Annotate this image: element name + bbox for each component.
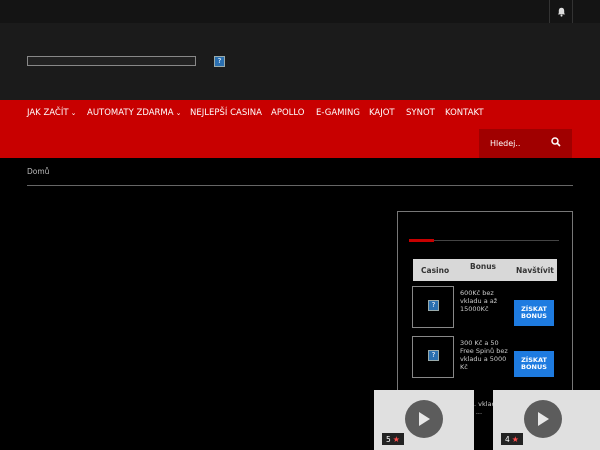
play-icon	[419, 412, 430, 426]
rating-value: 4	[505, 434, 510, 444]
nav-item-label: NEJLEPŠÍ CASINA	[190, 108, 262, 118]
nav-item-synot[interactable]: SYNOT	[406, 108, 435, 118]
star-icon: ★	[392, 434, 400, 444]
bonus-table-header: Casino Bonus Navštívit	[413, 259, 557, 281]
rating-badge: 4 ★	[501, 433, 523, 445]
nav-item-automaty-zdarma[interactable]: AUTOMATY ZDARMA ⌄	[87, 108, 181, 118]
video-card[interactable]: 5 ★	[374, 390, 474, 450]
breadcrumb-home-link[interactable]: Domů	[27, 167, 49, 176]
column-header-casino: Casino	[421, 266, 450, 275]
bonus-text: 600Kč bez vkladu a až 15000Kč	[460, 289, 498, 314]
nav-item-nejlepsi-casina[interactable]: NEJLEPŠÍ CASINA	[190, 108, 262, 118]
nav-item-label: E-GAMING	[316, 108, 360, 118]
chevron-down-icon: ⌄	[175, 109, 182, 117]
play-icon	[538, 412, 549, 426]
rating-badge: 5 ★	[382, 433, 404, 445]
broken-image-icon: ?	[428, 300, 439, 311]
nav-item-jak-zacit[interactable]: JAK ZAČÍT ⌄	[27, 108, 76, 118]
nav-item-label: JAK ZAČÍT	[27, 108, 69, 118]
search-input[interactable]: Hledej..	[479, 129, 572, 158]
broken-image-icon[interactable]: ?	[214, 56, 225, 67]
column-header-bonus: Bonus	[470, 262, 497, 271]
widget-title-accent	[409, 239, 434, 242]
star-icon: ★	[511, 434, 519, 444]
breadcrumb-divider	[27, 185, 573, 186]
get-bonus-button[interactable]: ZÍSKAT BONUS	[514, 300, 554, 326]
nav-item-label: APOLLO	[271, 108, 305, 118]
nav-item-e-gaming[interactable]: E-GAMING	[316, 108, 360, 118]
video-card[interactable]: 4 ★	[493, 390, 600, 450]
nav-item-label: AUTOMATY ZDARMA	[87, 108, 174, 118]
chevron-down-icon: ⌄	[70, 109, 77, 117]
site-logo[interactable]	[27, 56, 196, 66]
bonus-text: 300 Kč a 50 Free Spinů bez vkladu a 5000…	[460, 339, 508, 372]
bell-icon	[557, 7, 565, 17]
search-icon[interactable]	[551, 137, 561, 147]
nav-item-kontakt[interactable]: KONTAKT	[445, 108, 484, 118]
nav-item-label: SYNOT	[406, 108, 435, 118]
breadcrumb: Domů	[27, 167, 49, 176]
nav-item-label: KAJOT	[369, 108, 395, 118]
broken-image-icon: ?	[428, 350, 439, 361]
top-bar	[0, 0, 600, 23]
rating-value: 5	[386, 434, 391, 444]
nav-item-label: KONTAKT	[445, 108, 484, 118]
search-placeholder: Hledej..	[490, 139, 521, 148]
nav-item-apollo[interactable]: APOLLO	[271, 108, 305, 118]
play-button[interactable]	[405, 400, 443, 438]
casino-logo[interactable]: ?	[412, 286, 454, 328]
column-header-visit: Navštívit	[516, 266, 554, 275]
get-bonus-button[interactable]: ZÍSKAT BONUS	[514, 351, 554, 377]
notifications-button[interactable]	[549, 0, 573, 23]
nav-item-kajot[interactable]: KAJOT	[369, 108, 395, 118]
casino-logo[interactable]: ?	[412, 336, 454, 378]
site-header: ?	[0, 23, 600, 100]
play-button[interactable]	[524, 400, 562, 438]
